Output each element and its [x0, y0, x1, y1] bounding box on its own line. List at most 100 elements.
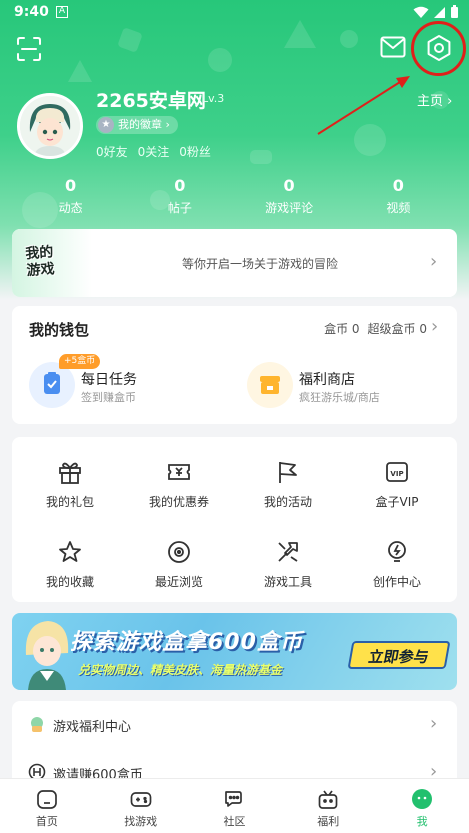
- tab-label: 我: [416, 815, 428, 828]
- stat-label: 帖子: [167, 201, 192, 215]
- eye-icon: [168, 541, 190, 563]
- wallet-balance[interactable]: 盒币 0 超级盒币 0: [324, 320, 427, 337]
- scan-icon[interactable]: [16, 36, 42, 62]
- profile-stats: 0 动态 0 帖子 0 游戏评论 0 视频: [16, 176, 453, 216]
- tab-label: 福利: [317, 815, 340, 828]
- feature-grid: 我的礼包 我的优惠券 我的活动 VIP 盒子VIP 我的收藏 最近浏览 游戏工具…: [12, 437, 457, 602]
- follow-stats: 0好友 0关注 0粉丝: [96, 143, 211, 160]
- tab-home[interactable]: 首页: [0, 779, 94, 833]
- banner-character-image: [25, 621, 69, 690]
- stat-value: 0: [392, 176, 404, 195]
- recent-views-button[interactable]: 最近浏览: [129, 539, 229, 590]
- welfare-icon: [31, 717, 43, 732]
- grid-label: 游戏工具: [263, 575, 312, 589]
- stat-posts[interactable]: 0 动态: [16, 176, 125, 216]
- grid-label: 我的礼包: [45, 495, 94, 509]
- stat-value: 0: [65, 176, 77, 195]
- stat-game-reviews[interactable]: 0 游戏评论: [235, 176, 344, 216]
- username: 2265安卓网: [96, 90, 206, 112]
- grid-label: 我的收藏: [45, 575, 94, 589]
- chevron-right-icon: ›: [431, 316, 439, 337]
- super-coin-balance: 超级盒币 0: [367, 322, 427, 336]
- badge-star-icon: ★: [98, 117, 114, 133]
- stat-value: 0: [283, 176, 295, 195]
- gift-icon: [59, 462, 81, 484]
- tab-community[interactable]: 社区: [188, 779, 282, 833]
- shop-icon: [247, 362, 293, 408]
- tab-welfare[interactable]: 福利: [281, 779, 375, 833]
- daily-tasks-item[interactable]: +5盒币 每日任务 签到赚盒币: [29, 354, 209, 412]
- banner-title: 探索游戏盒拿600盒币: [70, 630, 303, 655]
- list-item-label: 游戏福利中心: [53, 720, 132, 735]
- stat-threads[interactable]: 0 帖子: [125, 176, 234, 216]
- chevron-right-icon: ›: [165, 118, 170, 131]
- welfare-shop-sub: 疯狂游乐城/商店: [299, 391, 380, 404]
- status-bar: 9:40 A: [0, 0, 469, 26]
- tab-label: 社区: [223, 815, 246, 828]
- promo-banner[interactable]: 探索游戏盒拿600盒币 兑实物周边、精美皮肤、海量热游基金 立即参与: [12, 613, 457, 690]
- grid-label: 创作中心: [372, 575, 421, 589]
- my-favorites-button[interactable]: 我的收藏: [20, 539, 120, 590]
- tab-me[interactable]: 我: [375, 779, 469, 833]
- coupon-icon: [168, 464, 190, 480]
- mail-icon[interactable]: [380, 36, 406, 58]
- vip-icon: VIP: [386, 462, 408, 482]
- notification-icon: A: [56, 6, 68, 18]
- tab-label: 首页: [35, 815, 58, 828]
- grid-label: 最近浏览: [154, 575, 203, 589]
- my-games-logo: 我的游戏: [12, 229, 92, 297]
- daily-tasks-label: 每日任务: [81, 372, 137, 388]
- box-vip-button[interactable]: VIP 盒子VIP: [347, 459, 447, 510]
- my-games-tagline: 等你开启一场关于游戏的冒险: [182, 257, 339, 271]
- me-icon: [412, 789, 433, 809]
- coin-reward-tag: +5盒币: [59, 354, 101, 369]
- signal-icon: [434, 6, 445, 18]
- gift-box-icon: [318, 790, 338, 809]
- my-coupons-button[interactable]: 我的优惠券: [129, 459, 229, 510]
- my-games-logo-text: 我的游戏: [24, 244, 56, 280]
- my-activities-button[interactable]: 我的活动: [238, 459, 338, 510]
- my-games-card[interactable]: 我的游戏 等你开启一场关于游戏的冒险 ›: [12, 229, 457, 297]
- badge-label: 我的徽章: [118, 118, 162, 131]
- friends-count[interactable]: 0好友: [96, 143, 128, 160]
- chevron-right-icon: ›: [430, 251, 438, 272]
- battery-icon: [451, 5, 458, 18]
- welfare-shop-item[interactable]: 福利商店 疯狂游乐城/商店: [247, 362, 437, 412]
- welfare-shop-label: 福利商店: [299, 372, 355, 388]
- fans-count[interactable]: 0粉丝: [179, 143, 211, 160]
- home-icon: [37, 790, 57, 809]
- status-time: 9:40: [14, 4, 49, 20]
- homepage-link[interactable]: 主页 ›: [417, 90, 452, 109]
- tab-label: 找游戏: [124, 815, 158, 828]
- grid-label: 我的活动: [263, 495, 312, 509]
- stat-label: 动态: [58, 201, 83, 215]
- grid-label: 盒子VIP: [375, 495, 419, 509]
- stat-value: 0: [174, 176, 186, 195]
- daily-tasks-sub: 签到赚盒币: [81, 391, 136, 404]
- flag-icon: [279, 462, 297, 483]
- wallet-card: 我的钱包 盒币 0 超级盒币 0 › +5盒币 每日任务 签到赚盒币 福利商店 …: [12, 306, 457, 424]
- stat-label: 视频: [386, 201, 411, 215]
- wifi-icon: [413, 6, 429, 18]
- list-item-welfare-center[interactable]: 游戏福利中心 ›: [12, 701, 457, 749]
- my-gifts-button[interactable]: 我的礼包: [20, 459, 120, 510]
- banner-subtitle: 兑实物周边、精美皮肤、海量热游基金: [78, 663, 283, 677]
- join-now-button[interactable]: 立即参与: [347, 641, 451, 669]
- avatar-character-image: [20, 96, 80, 156]
- avatar[interactable]: [17, 93, 83, 159]
- wallet-title: 我的钱包: [29, 321, 90, 339]
- status-icons: [413, 5, 459, 19]
- my-badge-button[interactable]: ★ 我的徽章 ›: [96, 116, 178, 134]
- tools-icon: [278, 542, 298, 562]
- star-icon: [59, 541, 81, 562]
- bulb-icon: [388, 541, 406, 562]
- tab-find-games[interactable]: 找游戏: [94, 779, 188, 833]
- annotation-arrow: [317, 76, 410, 135]
- coin-balance: 盒币 0: [324, 322, 360, 336]
- following-count[interactable]: 0关注: [138, 143, 170, 160]
- creator-center-button[interactable]: 创作中心: [347, 539, 447, 590]
- game-tools-button[interactable]: 游戏工具: [238, 539, 338, 590]
- bottom-tab-bar: 首页 找游戏 社区 福利 我: [0, 778, 469, 833]
- svg-text:VIP: VIP: [390, 470, 403, 478]
- stat-videos[interactable]: 0 视频: [344, 176, 453, 216]
